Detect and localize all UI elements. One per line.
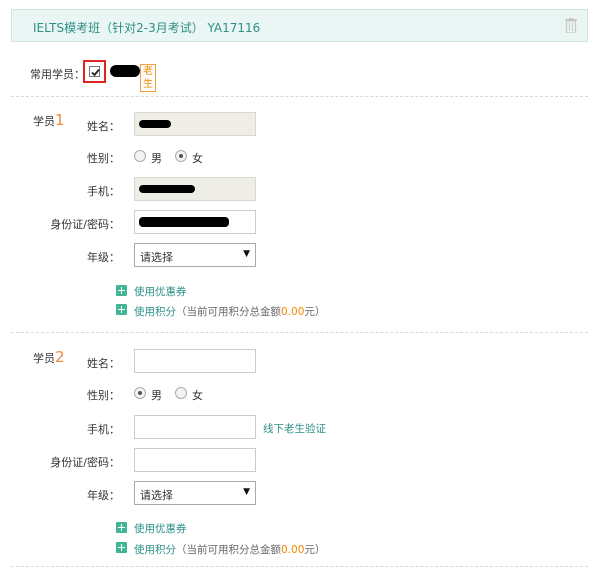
plus-icon[interactable]: [116, 304, 127, 315]
redacted-name: [110, 65, 140, 77]
gender-label: 性别：: [87, 152, 120, 165]
student-2-coupon-link[interactable]: 使用优惠券: [134, 521, 187, 536]
student-2-gender-female-radio[interactable]: [175, 387, 187, 399]
student-2-grade-select[interactable]: 请选择 ▼: [134, 481, 256, 505]
student-1-points-row: 使用积分（当前可用积分总金额0.00元）: [134, 306, 326, 318]
phone-label: 手机：: [87, 423, 120, 436]
student-1-points-link[interactable]: 使用积分: [134, 306, 176, 318]
student-1-id-input[interactable]: [134, 210, 256, 234]
course-title: IELTS模考班（针对2-3月考试） YA17116: [33, 21, 261, 35]
student-2-id-input[interactable]: [134, 448, 256, 472]
grade-label: 年级：: [87, 489, 120, 502]
trash-icon[interactable]: [565, 18, 577, 33]
student-2-points-row: 使用积分（当前可用积分总金额0.00元）: [134, 544, 326, 556]
student-1-coupon-link[interactable]: 使用优惠券: [134, 284, 187, 299]
student-1-phone-input[interactable]: [134, 177, 256, 201]
student-2-phone-input[interactable]: [134, 415, 256, 439]
plus-icon[interactable]: [116, 285, 127, 296]
grade-label: 年级：: [87, 251, 120, 264]
course-header: IELTS模考班（针对2-3月考试） YA17116: [11, 9, 588, 42]
id-label: 身份证/密码：: [50, 456, 120, 469]
student-1-name-input[interactable]: [134, 112, 256, 136]
common-student-label: 常用学员：: [30, 68, 85, 81]
common-student-highlight: [83, 60, 106, 83]
gender-label: 性别：: [87, 389, 120, 402]
student-2-name-input[interactable]: [134, 349, 256, 373]
offline-verify-link[interactable]: 线下老生验证: [263, 421, 326, 436]
dropdown-arrow-icon: ▼: [243, 487, 250, 497]
name-label: 姓名：: [87, 120, 120, 133]
common-student-checkbox[interactable]: [89, 66, 100, 77]
plus-icon[interactable]: [116, 522, 127, 533]
student-2-points-link[interactable]: 使用积分: [134, 544, 176, 556]
id-label: 身份证/密码：: [50, 218, 120, 231]
phone-label: 手机：: [87, 185, 120, 198]
student-1-grade-select[interactable]: 请选择 ▼: [134, 243, 256, 267]
name-label: 姓名：: [87, 357, 120, 370]
old-student-badge: 老生: [140, 64, 156, 92]
plus-icon[interactable]: [116, 542, 127, 553]
divider: [11, 332, 588, 333]
dropdown-arrow-icon: ▼: [243, 249, 250, 259]
student-1-gender-female-radio[interactable]: [175, 150, 187, 162]
divider: [11, 96, 588, 97]
check-icon: [91, 68, 100, 77]
student-1-gender-male-radio[interactable]: [134, 150, 146, 162]
divider: [11, 566, 588, 567]
student-2-gender-male-radio[interactable]: [134, 387, 146, 399]
